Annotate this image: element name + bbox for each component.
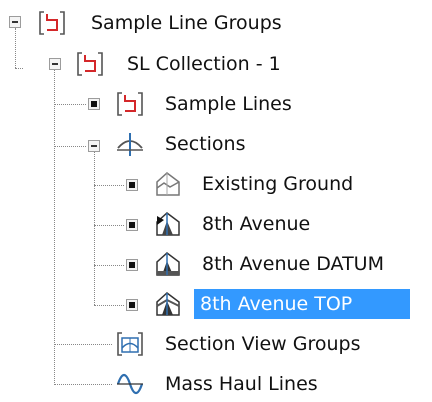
- tree-connector: [94, 185, 124, 186]
- tree-node-existing-ground[interactable]: Existing Ground: [197, 166, 358, 202]
- section-corridor-icon: [156, 212, 180, 236]
- tree-node-section-view-groups[interactable]: Section View Groups: [160, 326, 366, 362]
- tree-node-label: Mass Haul Lines: [165, 373, 318, 395]
- tree-node-label: Sections: [165, 133, 246, 155]
- prospector-tree: Sample Line Groups SL Collection - 1 Sam…: [0, 0, 432, 402]
- tree-node-label: 8th Avenue TOP: [194, 289, 411, 319]
- section-view-group-icon: [117, 332, 143, 356]
- tree-node-label: Sample Line Groups: [91, 12, 282, 34]
- tree-connector: [94, 225, 124, 226]
- tree-node-8th-avenue[interactable]: 8th Avenue: [197, 206, 315, 242]
- tree-connector: [94, 305, 124, 306]
- tree-node-sl-collection[interactable]: SL Collection - 1: [122, 46, 286, 82]
- section-icon: [117, 133, 143, 156]
- node-bullet[interactable]: [126, 299, 138, 311]
- tree-connector: [94, 265, 124, 266]
- tree-node-sections[interactable]: Sections: [160, 126, 251, 162]
- tree-connector: [54, 70, 55, 385]
- sample-line-group-icon: [39, 11, 65, 35]
- tree-connector: [15, 28, 16, 68]
- node-bullet[interactable]: [126, 179, 138, 191]
- mass-haul-line-icon: [116, 373, 144, 395]
- tree-connector: [15, 68, 23, 69]
- tree-node-8th-avenue-datum[interactable]: 8th Avenue DATUM: [197, 246, 389, 282]
- tree-node-label: 8th Avenue DATUM: [202, 253, 384, 275]
- sample-line-group-icon: [77, 52, 103, 76]
- node-bullet[interactable]: [126, 219, 138, 231]
- tree-node-label: 8th Avenue: [202, 213, 311, 235]
- node-bullet[interactable]: [88, 98, 100, 110]
- tree-node-8th-avenue-top[interactable]: 8th Avenue TOP: [194, 286, 411, 322]
- tree-node-sample-line-groups[interactable]: Sample Line Groups: [86, 5, 287, 41]
- section-corridor-datum-icon: [156, 252, 180, 276]
- tree-node-label: Existing Ground: [202, 173, 354, 195]
- collapse-toggle[interactable]: [9, 16, 21, 28]
- tree-connector: [54, 384, 112, 385]
- tree-node-mass-haul-lines[interactable]: Mass Haul Lines: [160, 366, 323, 402]
- collapse-toggle[interactable]: [49, 58, 61, 70]
- tree-connector: [54, 146, 86, 147]
- collapse-toggle[interactable]: [88, 140, 100, 152]
- tree-connector: [54, 104, 86, 105]
- tree-node-label: Section View Groups: [165, 333, 361, 355]
- tree-node-label: SL Collection - 1: [127, 53, 281, 75]
- tree-connector: [94, 152, 95, 305]
- section-surface-icon: [156, 172, 180, 196]
- sample-line-icon: [117, 92, 143, 116]
- tree-connector: [54, 344, 112, 345]
- section-corridor-top-icon: [156, 292, 180, 316]
- node-bullet[interactable]: [126, 259, 138, 271]
- tree-node-sample-lines[interactable]: Sample Lines: [160, 86, 297, 122]
- tree-node-label: Sample Lines: [165, 93, 292, 115]
